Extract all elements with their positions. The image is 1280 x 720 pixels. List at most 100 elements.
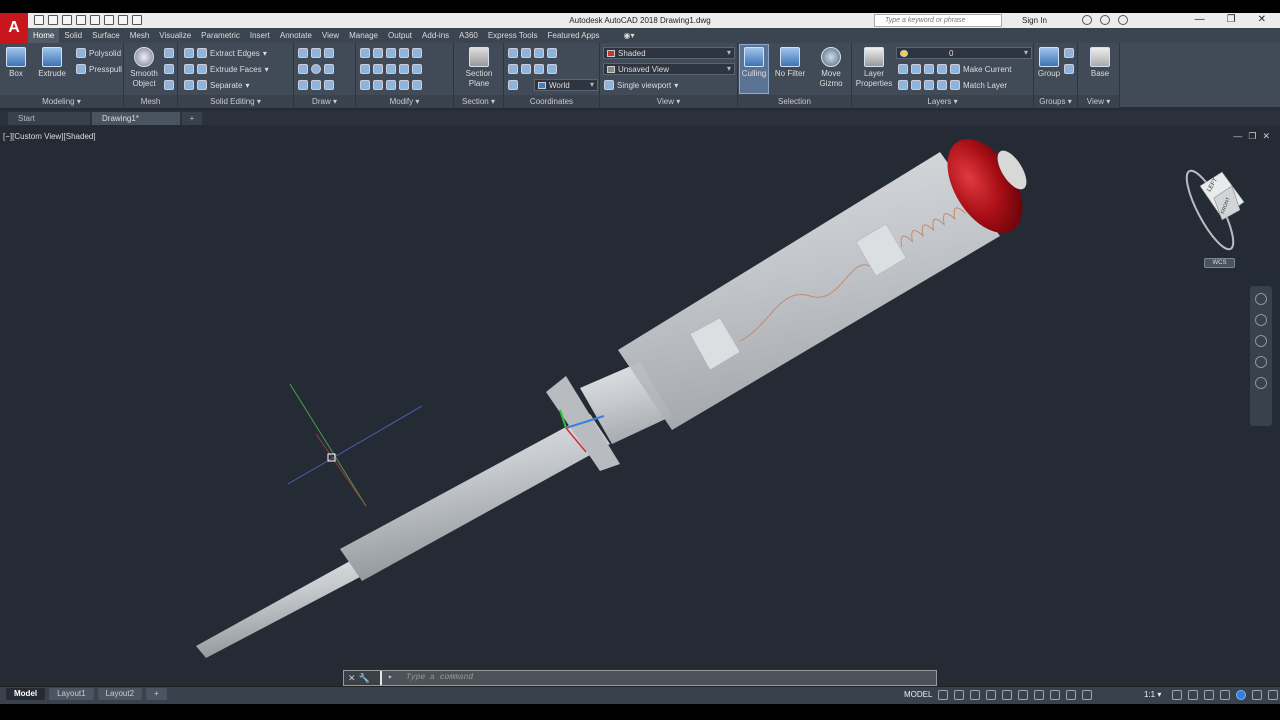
- close-button[interactable]: ✕: [1258, 14, 1266, 25]
- trim-icon[interactable]: [360, 64, 370, 74]
- layout-tab-layout2[interactable]: Layout2: [97, 688, 143, 700]
- tab-a360[interactable]: A360: [454, 28, 483, 43]
- chamfer-icon[interactable]: [399, 80, 409, 90]
- layer-unlock-icon[interactable]: [937, 80, 947, 90]
- extrude-button[interactable]: Extrude: [34, 47, 70, 79]
- section-plane-button[interactable]: Section Plane: [460, 47, 498, 89]
- customize-command-line-icon[interactable]: 🔧: [359, 673, 370, 684]
- mesh-panel-title[interactable]: Mesh: [124, 95, 177, 108]
- screwdriver-model[interactable]: [196, 126, 1038, 658]
- smooth-object-button[interactable]: Smooth Object: [128, 47, 160, 89]
- align-icon[interactable]: [386, 80, 396, 90]
- showmotion-icon[interactable]: [1255, 377, 1267, 389]
- offset-icon[interactable]: [412, 64, 422, 74]
- selection-cycling-icon[interactable]: [1066, 690, 1076, 700]
- tab-add-ins[interactable]: Add-ins: [417, 28, 454, 43]
- minimize-button[interactable]: —: [1195, 14, 1205, 25]
- pan-icon[interactable]: [1255, 314, 1267, 326]
- copy-icon[interactable]: [399, 48, 409, 58]
- ucs-view-icon[interactable]: [534, 64, 544, 74]
- group-tool-2[interactable]: [1064, 64, 1074, 74]
- scale-icon[interactable]: [399, 64, 409, 74]
- annotation-scale[interactable]: 1:1 ▾: [1144, 690, 1161, 699]
- match-layer-button[interactable]: Match Layer: [963, 81, 1007, 90]
- view-panel-title[interactable]: View ▾: [600, 95, 737, 108]
- mesh-tool-2[interactable]: [164, 64, 174, 74]
- solid-editing-panel-title[interactable]: Solid Editing ▾: [178, 95, 293, 108]
- move-gizmo-button[interactable]: Move Gizmo: [814, 47, 848, 89]
- group-tool-1[interactable]: [1064, 48, 1074, 58]
- box-button[interactable]: Box: [4, 47, 28, 79]
- layer-freeze-icon[interactable]: [911, 64, 921, 74]
- customize-status-icon[interactable]: [1268, 690, 1278, 700]
- ellipse-icon[interactable]: [324, 64, 334, 74]
- array-icon[interactable]: [386, 64, 396, 74]
- mirror-icon[interactable]: [412, 48, 422, 58]
- tab-solid[interactable]: Solid: [59, 28, 87, 43]
- layer-dropdown[interactable]: 0: [896, 47, 1032, 59]
- layout-tab-model[interactable]: Model: [6, 688, 46, 700]
- mesh-tool-1[interactable]: [164, 48, 174, 58]
- groups-panel-title[interactable]: Groups ▾: [1034, 95, 1077, 108]
- file-tab-drawing1[interactable]: Drawing1*: [92, 112, 180, 125]
- ucs-dropdown[interactable]: World: [534, 79, 598, 91]
- arc-icon[interactable]: [324, 48, 334, 58]
- object-snap-icon[interactable]: [1034, 690, 1044, 700]
- restore-button[interactable]: ❐: [1227, 14, 1236, 25]
- ucs-x-icon[interactable]: [521, 48, 531, 58]
- layer-unisolate-icon[interactable]: [898, 80, 908, 90]
- object-snap-tracking-icon[interactable]: [1018, 690, 1028, 700]
- quick-properties-icon[interactable]: [1220, 690, 1230, 700]
- explode-icon[interactable]: [373, 80, 383, 90]
- subtract-button[interactable]: Extrude Faces ▾: [184, 64, 269, 74]
- base-button[interactable]: Base: [1086, 47, 1114, 79]
- exchange-icon[interactable]: [1100, 15, 1110, 25]
- layer-off-icon[interactable]: [924, 64, 934, 74]
- stretch-icon[interactable]: [386, 48, 396, 58]
- drawing-viewport[interactable]: [−][Custom View][Shaded] — ❐ ✕ LEFT FRON…: [0, 126, 1280, 686]
- viewcube[interactable]: LEFT FRONT: [1179, 166, 1245, 255]
- ucs-z-icon[interactable]: [547, 48, 557, 58]
- group-button[interactable]: Group: [1036, 47, 1062, 79]
- search-input[interactable]: Type a keyword or phrase: [874, 14, 1002, 27]
- no-filter-button[interactable]: No Filter: [772, 47, 808, 79]
- ribbon-minimize-icon[interactable]: ◉▾: [619, 28, 640, 43]
- tab-view[interactable]: View: [317, 28, 344, 43]
- spline-icon[interactable]: [298, 64, 308, 74]
- model-space-button[interactable]: MODEL: [904, 690, 932, 699]
- isolate-objects-icon[interactable]: [1236, 690, 1246, 700]
- layer-thaw-icon[interactable]: [911, 80, 921, 90]
- layer-properties-button[interactable]: Layer Properties: [854, 47, 894, 89]
- tab-visualize[interactable]: Visualize: [154, 28, 196, 43]
- ucs-origin-icon[interactable]: [508, 64, 518, 74]
- grid-icon[interactable]: [938, 690, 948, 700]
- dynamic-ucs-icon[interactable]: [1050, 690, 1060, 700]
- move-icon[interactable]: [360, 48, 370, 58]
- layer-isolate-icon[interactable]: [898, 64, 908, 74]
- polygon-icon[interactable]: [298, 80, 308, 90]
- ortho-icon[interactable]: [970, 690, 980, 700]
- layer-on-all-icon[interactable]: [924, 80, 934, 90]
- tab-featured-apps[interactable]: Featured Apps: [543, 28, 605, 43]
- snap-icon[interactable]: [954, 690, 964, 700]
- viewport-config-button[interactable]: Single viewport ▾: [604, 80, 678, 90]
- polysolid-button[interactable]: Polysolid: [76, 48, 121, 58]
- circle-icon[interactable]: [311, 64, 321, 74]
- clean-screen-icon[interactable]: [1252, 690, 1262, 700]
- orbit-icon[interactable]: [1255, 356, 1267, 368]
- tab-express-tools[interactable]: Express Tools: [483, 28, 543, 43]
- ucs-y-icon[interactable]: [534, 48, 544, 58]
- intersect-button[interactable]: Separate ▾: [184, 80, 249, 90]
- isodraft-icon[interactable]: [1002, 690, 1012, 700]
- draw-panel-title[interactable]: Draw ▾: [294, 95, 355, 108]
- make-current-button[interactable]: Make Current: [963, 65, 1011, 74]
- tab-annotate[interactable]: Annotate: [275, 28, 317, 43]
- gizmo-toggle-icon[interactable]: [1082, 690, 1092, 700]
- modeling-panel-title[interactable]: Modeling ▾: [0, 95, 123, 108]
- modify-panel-title[interactable]: Modify ▾: [356, 95, 453, 108]
- ucs-face-icon[interactable]: [508, 80, 518, 90]
- polar-icon[interactable]: [986, 690, 996, 700]
- selection-panel-title[interactable]: Selection: [738, 95, 851, 108]
- ucs-icon[interactable]: [508, 48, 518, 58]
- ucs-object-icon[interactable]: [547, 64, 557, 74]
